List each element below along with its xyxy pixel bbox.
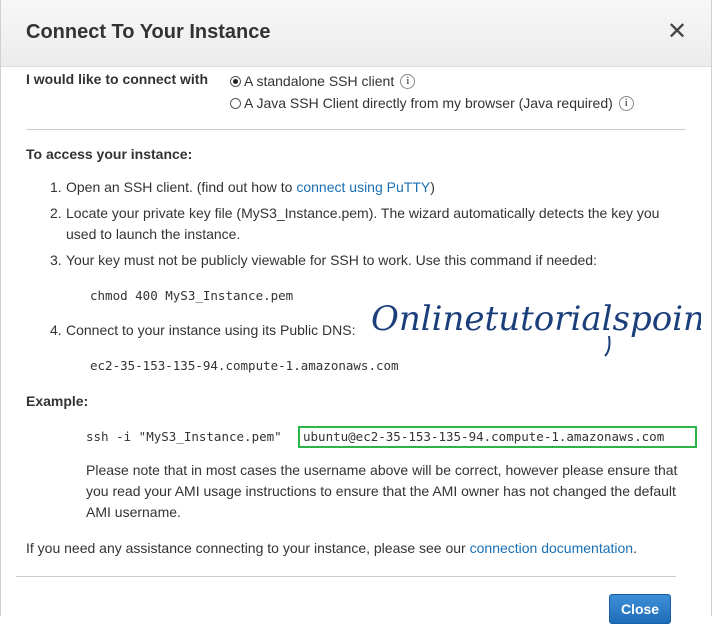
step-1: 1. Open an SSH client. (find out how to c… [50, 179, 435, 195]
dialog-header: Connect To Your Instance ✕ [1, 0, 711, 67]
option-java-ssh[interactable]: A Java SSH Client directly from my brows… [230, 95, 634, 111]
access-heading: To access your instance: [26, 146, 193, 162]
watermark-logo: Onlinetutorialspoint [371, 299, 701, 357]
option-standalone-ssh[interactable]: A standalone SSH client i [230, 73, 416, 89]
footer-divider [16, 576, 676, 577]
radio-standalone-ssh[interactable] [230, 75, 241, 87]
step-2: 2. Locate your private key file (MyS3_In… [50, 205, 660, 242]
dialog-title: Connect To Your Instance [26, 21, 271, 43]
option-standalone-ssh-label: A standalone SSH client [244, 73, 395, 89]
username-note: Please note that in most cases the usern… [86, 462, 678, 520]
ssh-command-prefix: ssh -i "MyS3_Instance.pem" [86, 429, 282, 444]
connect-using-putty-link[interactable]: connect using PuTTY [296, 179, 430, 195]
example-heading: Example: [26, 393, 89, 409]
close-icon[interactable]: ✕ [665, 20, 689, 44]
divider [26, 129, 686, 130]
public-dns: ec2-35-153-135-94.compute-1.amazonaws.co… [90, 358, 399, 373]
info-icon[interactable]: i [400, 73, 416, 89]
option-java-ssh-label: A Java SSH Client directly from my brows… [244, 95, 613, 111]
connection-documentation-link[interactable]: connection documentation [470, 540, 633, 556]
assistance-text: If you need any assistance connecting to… [26, 540, 637, 556]
watermark-text: Onlinetutorialspoint [371, 299, 701, 339]
radio-java-ssh[interactable] [230, 97, 241, 109]
chmod-command: chmod 400 MyS3_Instance.pem [90, 288, 294, 303]
connect-with-label: I would like to connect with [26, 71, 209, 87]
step-3: 3. Your key must not be publicly viewable… [50, 252, 597, 268]
ssh-command-target: ubuntu@ec2-35-153-135-94.compute-1.amazo… [303, 429, 665, 444]
info-icon[interactable]: i [618, 95, 634, 111]
close-button[interactable]: Close [609, 594, 671, 624]
connect-dialog: Connect To Your Instance ✕ I would like … [0, 0, 712, 624]
